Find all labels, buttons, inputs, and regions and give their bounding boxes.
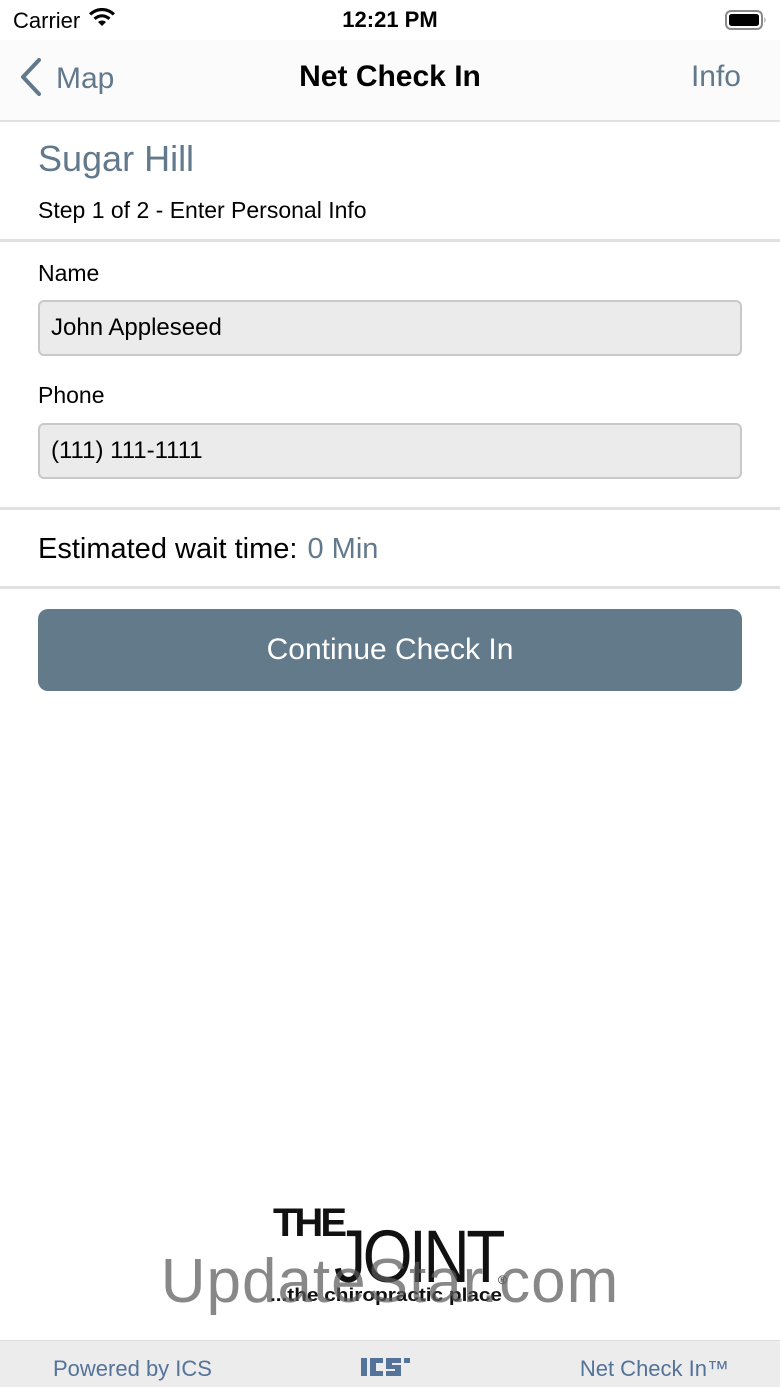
back-button-label: Map — [56, 62, 115, 95]
ics-logo-icon — [361, 1357, 411, 1377]
wait-time-label: Estimated wait time: — [38, 532, 298, 565]
status-bar: Carrier 12:21 PM — [0, 0, 780, 40]
back-button[interactable]: Map — [20, 57, 115, 101]
net-check-in-screen: Carrier 12:21 PM Map Net Check In Info S… — [0, 0, 780, 1387]
name-label: Name — [38, 260, 100, 286]
page-title: Net Check In — [299, 60, 481, 93]
phone-field[interactable] — [38, 423, 742, 479]
location-name: Sugar Hill — [38, 138, 195, 179]
footer-bar: Powered by ICS Net Check In™ — [0, 1340, 780, 1387]
info-button[interactable]: Info — [691, 60, 741, 94]
phone-label: Phone — [38, 382, 105, 408]
chevron-left-icon — [20, 57, 42, 101]
navigation-bar: Map Net Check In Info — [0, 40, 780, 122]
step-indicator: Step 1 of 2 - Enter Personal Info — [38, 197, 367, 223]
powered-by-link[interactable]: Powered by ICS — [53, 1356, 212, 1382]
wait-time-value: 0 Min — [307, 532, 379, 565]
product-name-link[interactable]: Net Check In™ — [580, 1356, 729, 1382]
continue-check-in-button[interactable]: Continue Check In — [38, 609, 742, 691]
name-field[interactable] — [38, 300, 742, 356]
status-time: 12:21 PM — [342, 7, 438, 32]
divider — [0, 586, 780, 589]
location-header: Sugar Hill Step 1 of 2 - Enter Personal … — [0, 122, 780, 240]
battery-icon — [725, 10, 767, 30]
wait-time-row: Estimated wait time: 0 Min — [38, 510, 378, 588]
watermark: UpdateStar.com — [160, 1247, 620, 1316]
divider — [0, 239, 780, 242]
